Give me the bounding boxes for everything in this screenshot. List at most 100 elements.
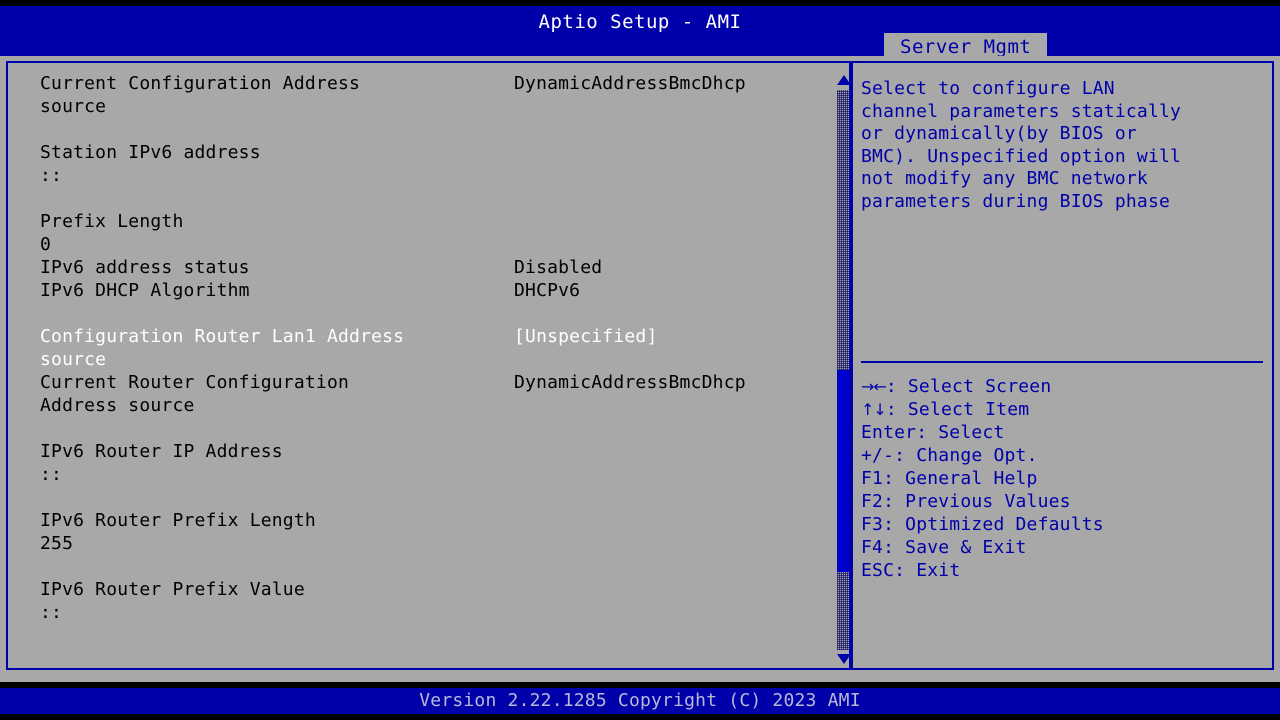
row-spacer [40, 555, 820, 578]
scroll-down-arrow-icon[interactable] [837, 654, 849, 664]
key-legend-action: Select Screen [907, 376, 1052, 397]
key-legend-row: →←: Select Screen [861, 375, 1266, 398]
setting-label: IPv6 DHCP Algorithm [40, 280, 250, 301]
setting-label: IPv6 Router Prefix Value [40, 579, 305, 600]
key-legend-key: +/- [861, 445, 895, 466]
setting-row[interactable]: IPv6 Router Prefix Value [40, 578, 820, 601]
key-legend-action: General Help [905, 468, 1038, 489]
setting-row[interactable]: IPv6 Router Prefix Length [40, 509, 820, 532]
setting-label-continuation: source [40, 95, 820, 118]
page-title: Aptio Setup - AMI [538, 11, 742, 33]
scrollbar-thumb[interactable] [837, 370, 849, 572]
key-legend-separator: : [885, 376, 908, 397]
setting-label-continuation-text: :: [40, 165, 63, 186]
help-line: BMC). Unspecified option will [861, 145, 1182, 167]
key-legend-key: F1 [861, 468, 884, 489]
key-legend-key: F2 [861, 491, 884, 512]
setting-label: IPv6 Router IP Address [40, 441, 283, 462]
row-spacer [40, 417, 820, 440]
key-legend-separator: : [883, 537, 906, 558]
key-legend: →←: Select Screen ↑↓: Select Item Enter: S… [861, 375, 1266, 582]
key-legend-separator: : [885, 399, 908, 420]
key-legend-separator: : [883, 468, 906, 489]
body-frame: Current Configuration Address DynamicAddr… [0, 56, 1280, 682]
key-legend-row: ESC: Exit [861, 559, 1266, 582]
setting-label-continuation-text: 255 [40, 533, 74, 554]
setting-label: Prefix Length [40, 211, 184, 232]
scroll-up-arrow-icon[interactable] [837, 75, 849, 85]
key-legend-row: +/-: Change Opt. [861, 444, 1266, 467]
key-legend-row: Enter: Select [861, 421, 1266, 444]
key-legend-separator: : [883, 491, 906, 512]
header-bar: Aptio Setup - AMI Server Mgmt [0, 6, 1280, 61]
setting-row[interactable]: Current Configuration Address DynamicAddr… [40, 72, 820, 95]
key-legend-action: Change Opt. [916, 445, 1038, 466]
vertical-scrollbar[interactable] [835, 72, 849, 667]
help-line: or dynamically(by BIOS or [861, 123, 1137, 145]
setting-label: Configuration Router Lan1 Address [40, 326, 405, 347]
key-legend-separator: : [894, 445, 917, 466]
key-legend-row: F2: Previous Values [861, 490, 1266, 513]
setting-label-continuation-text: source [40, 96, 107, 117]
setting-row[interactable]: IPv6 DHCP Algorithm DHCPv6 [40, 279, 820, 302]
setting-row[interactable]: Prefix Length [40, 210, 820, 233]
row-spacer [40, 187, 820, 210]
setting-label: Station IPv6 address [40, 142, 261, 163]
help-divider [861, 361, 1263, 363]
help-line: parameters during BIOS phase [861, 190, 1171, 212]
key-legend-action: Optimized Defaults [905, 514, 1104, 535]
setting-label-continuation: 255 [40, 532, 820, 555]
key-legend-separator: : [916, 422, 939, 443]
settings-rows: Current Configuration Address DynamicAddr… [40, 72, 820, 624]
key-legend-separator: : [883, 514, 906, 535]
setting-row[interactable]: Current Router Configuration DynamicAddre… [40, 371, 820, 394]
setting-label: IPv6 Router Prefix Length [40, 510, 316, 531]
row-spacer [40, 118, 820, 141]
setting-label-continuation-text: :: [40, 602, 63, 623]
key-legend-key: F4 [861, 537, 884, 558]
key-legend-action: Save & Exit [905, 537, 1027, 558]
setting-label: IPv6 address status [40, 257, 250, 278]
key-legend-action: Select Item [907, 399, 1030, 420]
setting-label: Current Configuration Address [40, 73, 361, 94]
key-legend-key: ESC [861, 560, 895, 581]
setting-label-continuation: Address source [40, 394, 820, 417]
setting-label-continuation: :: [40, 164, 820, 187]
key-legend-key: Enter [861, 422, 917, 443]
bios-setup-screen: Aptio Setup - AMI Server Mgmt Current Co… [0, 0, 1280, 720]
help-panel: Select to configure LAN channel parameter… [851, 61, 1274, 670]
footer-bar: Version 2.22.1285 Copyright (C) 2023 AMI [0, 688, 1280, 714]
settings-list-panel: Current Configuration Address DynamicAddr… [6, 61, 851, 670]
version-copyright: Version 2.22.1285 Copyright (C) 2023 AMI [419, 690, 861, 711]
setting-label-continuation-text: 0 [40, 234, 52, 255]
help-description: Select to configure LAN channel parameter… [861, 78, 1261, 214]
setting-row[interactable]: IPv6 address status Disabled [40, 256, 820, 279]
key-legend-row: F1: General Help [861, 467, 1266, 490]
setting-label-continuation-text: Address source [40, 395, 195, 416]
setting-value[interactable]: Disabled [514, 256, 602, 279]
arrow-left-right-icon: →← [861, 377, 887, 396]
setting-row-selected[interactable]: Configuration Router Lan1 Address [Unspec… [40, 325, 820, 348]
setting-label-continuation: 0 [40, 233, 820, 256]
setting-row[interactable]: IPv6 Router IP Address [40, 440, 820, 463]
key-legend-row: F3: Optimized Defaults [861, 513, 1266, 536]
setting-label-continuation-text: :: [40, 464, 63, 485]
key-legend-key: F3 [861, 514, 884, 535]
setting-value[interactable]: DynamicAddressBmcDhcp [514, 72, 746, 95]
key-legend-action: Previous Values [905, 491, 1071, 512]
setting-label-continuation-text: source [40, 349, 107, 370]
key-legend-action: Exit [916, 560, 961, 581]
setting-value[interactable]: DHCPv6 [514, 279, 580, 302]
help-line: channel parameters statically [861, 100, 1182, 122]
setting-value[interactable]: [Unspecified] [514, 325, 657, 348]
key-legend-separator: : [894, 560, 917, 581]
setting-label: Current Router Configuration [40, 372, 350, 393]
help-line: not modify any BMC network [861, 168, 1148, 190]
setting-row[interactable]: Station IPv6 address [40, 141, 820, 164]
setting-label-continuation: source [40, 348, 820, 371]
help-line: Select to configure LAN [861, 78, 1115, 99]
setting-value[interactable]: DynamicAddressBmcDhcp [514, 371, 746, 394]
key-legend-action: Select [938, 422, 1005, 443]
setting-label-continuation: :: [40, 601, 820, 624]
key-legend-row: F4: Save & Exit [861, 536, 1266, 559]
